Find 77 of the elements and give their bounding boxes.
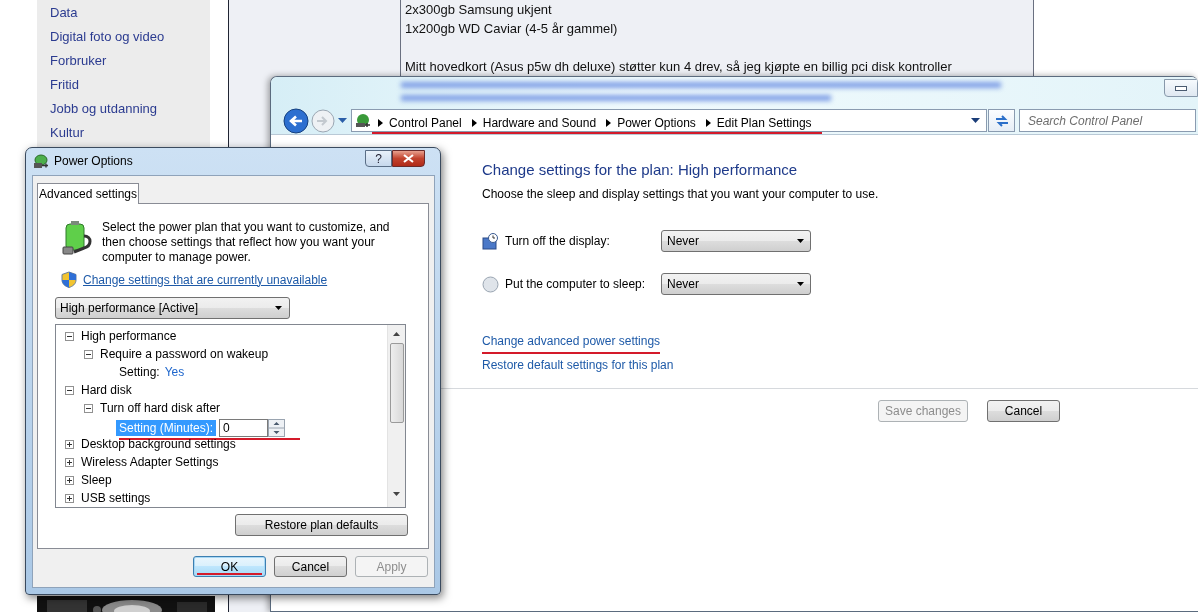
minimize-button[interactable] xyxy=(1164,79,1198,97)
tree-item[interactable]: High performance xyxy=(81,329,177,343)
dropdown-arrow-icon[interactable] xyxy=(338,118,347,123)
sidebar-link[interactable]: Jobb og utdanning xyxy=(50,97,210,121)
shield-icon xyxy=(61,271,77,288)
dropdown-arrow-icon xyxy=(797,239,804,243)
post-text: 1x200gb WD Caviar (4-5 år gammel) xyxy=(405,20,619,38)
tree-item[interactable]: Desktop background settings xyxy=(81,437,236,451)
close-icon xyxy=(403,154,414,163)
refresh-button[interactable] xyxy=(988,109,1015,132)
restore-defaults-button[interactable]: Restore plan defaults xyxy=(235,514,408,536)
dropdown-arrow-icon xyxy=(971,118,980,123)
tree-item[interactable]: Require a password on wakeup xyxy=(100,347,269,361)
button[interactable]: Cancel xyxy=(987,400,1060,422)
help-button[interactable]: ? xyxy=(365,150,392,167)
expand-icon[interactable] xyxy=(65,439,74,449)
breadcrumb-item[interactable]: Control Panel xyxy=(383,115,472,130)
sidebar-link[interactable]: Kultur xyxy=(50,121,210,145)
collapse-icon[interactable] xyxy=(65,331,74,341)
minimize-icon xyxy=(1175,85,1187,91)
setting-label: Put the computer to sleep: xyxy=(505,277,647,291)
link[interactable]: Change settings that are currently unavailable xyxy=(83,272,328,287)
address-bar[interactable]: Control Panel Hardware and Sound Power Options Edit Plan Settings xyxy=(351,109,987,132)
dropdown-arrow-icon xyxy=(275,306,282,310)
chevron-icon xyxy=(606,118,612,127)
link[interactable]: Restore default settings for this plan xyxy=(482,357,674,378)
plug-icon xyxy=(32,153,49,170)
tree-item[interactable]: Wireless Adapter Settings xyxy=(81,455,219,469)
setting-label: Setting: xyxy=(119,365,160,379)
button[interactable]: Cancel xyxy=(274,556,347,577)
page-heading: Change settings for the plan: High performance xyxy=(482,160,798,180)
spinner-arrows-icon[interactable] xyxy=(268,419,286,437)
expand-icon[interactable] xyxy=(65,457,74,467)
search-field[interactable]: Search Control Panel xyxy=(1019,109,1196,132)
close-button[interactable] xyxy=(392,150,425,167)
button[interactable]: OK xyxy=(193,556,266,577)
setting-label: Turn off the display: xyxy=(505,234,611,248)
scrollbar[interactable] xyxy=(387,325,405,507)
tree-item[interactable]: Hard disk xyxy=(81,383,132,397)
expand-icon[interactable] xyxy=(65,475,74,485)
dropdown-arrow-icon xyxy=(797,282,804,286)
display-clock-icon xyxy=(482,232,499,250)
setting-label: Setting (Minutes): xyxy=(116,420,217,436)
collapse-icon[interactable] xyxy=(84,349,93,359)
refresh-icon xyxy=(994,113,1009,128)
chevron-icon xyxy=(471,118,477,127)
scroll-down-icon xyxy=(393,492,400,496)
plan-dropdown[interactable]: High performance [Active] xyxy=(55,297,290,319)
page-description: Choose the sleep and display settings that you want your computer to use. xyxy=(482,186,879,202)
breadcrumb-item[interactable]: Edit Plan Settings xyxy=(710,115,822,130)
collapse-icon[interactable] xyxy=(65,385,74,395)
collapse-icon[interactable] xyxy=(84,403,93,413)
sidebar-link[interactable]: Fritid xyxy=(50,73,210,97)
chevron-icon xyxy=(705,118,711,127)
breadcrumb-item[interactable]: Power Options xyxy=(611,115,706,130)
sidebar-link[interactable]: Data xyxy=(50,1,210,25)
number-field[interactable]: 0 xyxy=(219,419,269,437)
post-text: Mitt hovedkort (Asus p5w dh deluxe) støtter kun 4 drev, så jeg kjøpte en billig pci disk kontroller xyxy=(405,58,953,76)
scroll-up-icon xyxy=(393,332,400,336)
breadcrumb-item[interactable]: Hardware and Sound xyxy=(476,115,607,130)
power-icon xyxy=(354,111,372,130)
sidebar-link[interactable]: Digital foto og video xyxy=(50,25,210,49)
window-title: Power Options xyxy=(54,153,133,170)
dropdown[interactable]: Never xyxy=(661,230,811,252)
chevron-icon xyxy=(378,118,383,127)
tree-item[interactable]: Sleep xyxy=(81,473,112,487)
dialog-description: Select the power plan that you want to customize, and then choose settings that reflect how you want your computer to manage power. xyxy=(102,220,391,265)
sidebar-link[interactable]: Forbruker xyxy=(50,49,210,73)
tree-item[interactable]: Turn off hard disk after xyxy=(100,401,221,415)
back-button[interactable] xyxy=(283,107,309,134)
link[interactable]: Change advanced power settings xyxy=(482,333,661,354)
setting-value[interactable]: Yes xyxy=(164,365,185,379)
post-text: 2x300gb Samsung ukjent xyxy=(405,1,553,19)
tab[interactable]: Advanced settings xyxy=(37,183,139,204)
tree-item[interactable]: USB settings xyxy=(81,491,151,505)
expand-icon[interactable] xyxy=(65,493,74,503)
dropdown[interactable]: Never xyxy=(661,273,811,295)
